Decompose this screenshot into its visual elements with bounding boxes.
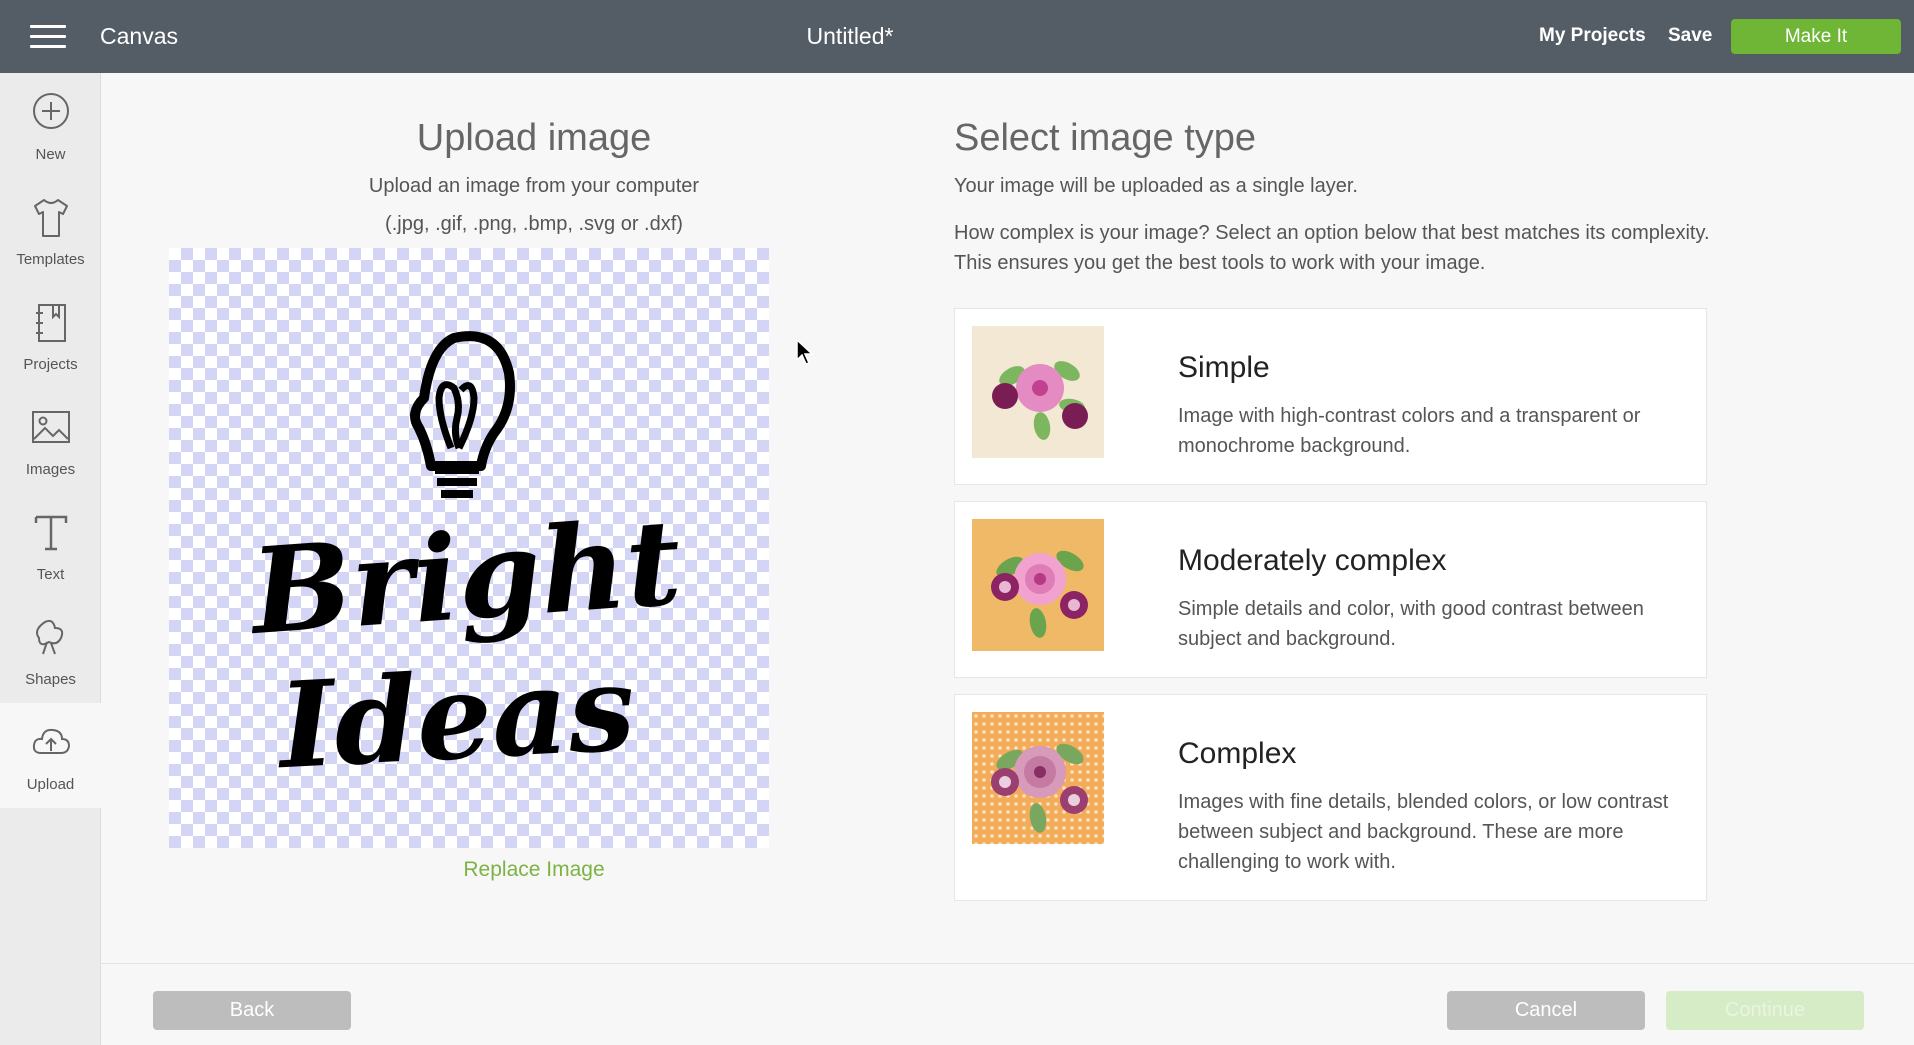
main-content: Upload image Upload an image from your c… [101, 73, 1914, 963]
plus-circle-icon [33, 93, 69, 129]
image-type-description: Images with fine details, blended colors… [1178, 791, 1669, 873]
sidebar-item-templates[interactable]: Templates [0, 178, 101, 283]
save-button[interactable]: Save [1668, 25, 1712, 47]
left-sidebar: New Templates Projects Images Text Shape… [0, 73, 101, 1045]
sidebar-item-label: Upload [26, 776, 75, 793]
simple-flower-thumbnail [972, 326, 1104, 458]
image-type-description: Image with high-contrast colors and a tr… [1178, 405, 1641, 457]
make-it-button[interactable]: Make It [1731, 19, 1901, 54]
preview-text-ideas: Ideas [273, 638, 638, 796]
sidebar-item-text[interactable]: Text [0, 493, 101, 598]
image-type-description: Simple details and color, with good cont… [1178, 598, 1644, 650]
sidebar-item-label: Projects [23, 356, 78, 373]
sidebar-item-new[interactable]: New [0, 73, 101, 178]
sidebar-item-label: Text [36, 566, 65, 583]
shapes-icon [36, 619, 64, 655]
mouse-cursor-icon [796, 339, 814, 365]
sidebar-item-label: New [35, 146, 66, 163]
upload-subtitle: Upload an image from your computer [368, 175, 700, 197]
footer-bar: Back Cancel Continue [101, 963, 1914, 1045]
image-type-name: Complex [1178, 737, 1297, 770]
document-title: Untitled* [806, 23, 894, 49]
image-type-name: Moderately complex [1178, 544, 1447, 577]
sidebar-item-upload[interactable]: Upload [0, 703, 101, 808]
upload-extensions: (.jpg, .gif, .png, .bmp, .svg or .dxf) [385, 213, 683, 235]
bright-ideas-artwork: Bright Ideas [244, 331, 685, 796]
preview-text-bright: Bright [244, 492, 685, 661]
complex-flower-thumbnail [972, 712, 1104, 844]
image-type-name: Simple [1178, 351, 1270, 384]
replace-image-link[interactable]: Replace Image [330, 858, 738, 882]
moderate-flower-thumbnail [972, 519, 1104, 651]
continue-button[interactable]: Continue [1666, 991, 1864, 1030]
tshirt-icon [34, 199, 68, 237]
image-preview: Bright Ideas [169, 248, 769, 848]
sidebar-item-shapes[interactable]: Shapes [0, 598, 101, 703]
top-bar: Canvas Untitled* My Projects Save Make I… [0, 0, 1914, 73]
image-type-complex-card[interactable]: Complex Images with fine details, blende… [954, 694, 1707, 901]
sidebar-item-label: Templates [16, 251, 85, 268]
my-projects-link[interactable]: My Projects [1539, 25, 1646, 47]
text-t-icon [34, 515, 68, 551]
cloud-upload-icon [32, 728, 71, 754]
upload-title: Upload image [416, 117, 652, 159]
image-icon [32, 411, 70, 443]
select-subtitle: Your image will be uploaded as a single … [954, 175, 1358, 197]
sidebar-item-projects[interactable]: Projects [0, 283, 101, 388]
select-title: Select image type [954, 117, 1257, 159]
back-button[interactable]: Back [153, 991, 351, 1030]
sidebar-item-label: Images [25, 461, 76, 478]
sidebar-item-label: Shapes [25, 671, 76, 688]
image-type-moderate-card[interactable]: Moderately complex Simple details and co… [954, 501, 1707, 678]
image-type-simple-card[interactable]: Simple Image with high-contrast colors a… [954, 308, 1707, 485]
notebook-icon [36, 304, 66, 342]
sidebar-item-images[interactable]: Images [0, 388, 101, 493]
cancel-button[interactable]: Cancel [1447, 991, 1645, 1030]
select-description: How complex is your image? Select an opt… [954, 222, 1710, 274]
